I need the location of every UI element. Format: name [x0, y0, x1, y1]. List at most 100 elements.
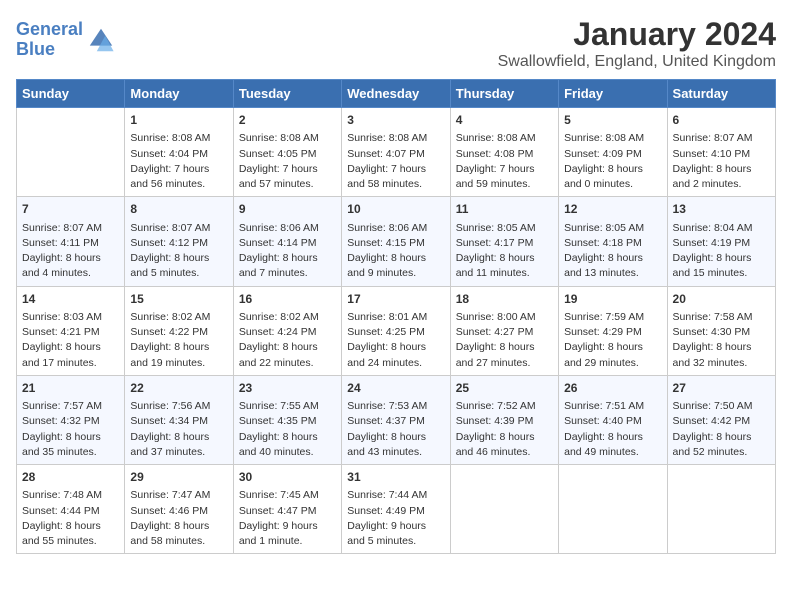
- cell-info: Sunset: 4:27 PM: [456, 325, 553, 340]
- calendar-cell: 4Sunrise: 8:08 AMSunset: 4:08 PMDaylight…: [450, 108, 558, 197]
- logo-text: General Blue: [16, 20, 83, 60]
- cell-info: Sunset: 4:46 PM: [130, 504, 227, 519]
- day-number: 19: [564, 291, 661, 308]
- calendar-cell: 15Sunrise: 8:02 AMSunset: 4:22 PMDayligh…: [125, 286, 233, 375]
- cell-info: Daylight: 9 hours: [239, 519, 336, 534]
- cell-info: Daylight: 9 hours: [347, 519, 444, 534]
- cell-info: Daylight: 8 hours: [22, 430, 119, 445]
- cell-info: Sunrise: 7:50 AM: [673, 399, 770, 414]
- cell-info: Daylight: 8 hours: [456, 251, 553, 266]
- day-number: 2: [239, 112, 336, 129]
- cell-info: Sunrise: 8:08 AM: [347, 131, 444, 146]
- cell-info: Daylight: 8 hours: [239, 251, 336, 266]
- day-number: 10: [347, 201, 444, 218]
- calendar-cell: [667, 465, 775, 554]
- cell-info: Sunset: 4:24 PM: [239, 325, 336, 340]
- cell-info: Sunset: 4:37 PM: [347, 414, 444, 429]
- cell-info: Sunrise: 8:07 AM: [22, 221, 119, 236]
- calendar-cell: 17Sunrise: 8:01 AMSunset: 4:25 PMDayligh…: [342, 286, 450, 375]
- cell-info: and 55 minutes.: [22, 534, 119, 549]
- cell-info: and 4 minutes.: [22, 266, 119, 281]
- day-number: 8: [130, 201, 227, 218]
- cell-info: Sunrise: 7:51 AM: [564, 399, 661, 414]
- cell-info: Sunset: 4:10 PM: [673, 147, 770, 162]
- week-row-5: 28Sunrise: 7:48 AMSunset: 4:44 PMDayligh…: [17, 465, 776, 554]
- cell-info: Daylight: 8 hours: [347, 430, 444, 445]
- cell-info: Daylight: 8 hours: [239, 340, 336, 355]
- cell-info: Sunrise: 7:44 AM: [347, 488, 444, 503]
- day-number: 21: [22, 380, 119, 397]
- cell-info: and 24 minutes.: [347, 356, 444, 371]
- cell-info: and 9 minutes.: [347, 266, 444, 281]
- cell-info: Sunrise: 8:07 AM: [673, 131, 770, 146]
- day-number: 27: [673, 380, 770, 397]
- cell-info: Daylight: 7 hours: [347, 162, 444, 177]
- cell-info: and 11 minutes.: [456, 266, 553, 281]
- cell-info: Sunrise: 8:08 AM: [456, 131, 553, 146]
- calendar-cell: 20Sunrise: 7:58 AMSunset: 4:30 PMDayligh…: [667, 286, 775, 375]
- calendar-cell: 29Sunrise: 7:47 AMSunset: 4:46 PMDayligh…: [125, 465, 233, 554]
- cell-info: Daylight: 8 hours: [130, 519, 227, 534]
- cell-info: Daylight: 7 hours: [130, 162, 227, 177]
- cell-info: and 22 minutes.: [239, 356, 336, 371]
- calendar-cell: 2Sunrise: 8:08 AMSunset: 4:05 PMDaylight…: [233, 108, 341, 197]
- cell-info: and 1 minute.: [239, 534, 336, 549]
- calendar-cell: 24Sunrise: 7:53 AMSunset: 4:37 PMDayligh…: [342, 375, 450, 464]
- cell-info: Sunrise: 8:07 AM: [130, 221, 227, 236]
- title-block: January 2024 Swallowfield, England, Unit…: [498, 16, 776, 71]
- logo-icon: [87, 26, 115, 54]
- calendar-cell: 8Sunrise: 8:07 AMSunset: 4:12 PMDaylight…: [125, 197, 233, 286]
- cell-info: Daylight: 8 hours: [456, 340, 553, 355]
- cell-info: Sunrise: 7:52 AM: [456, 399, 553, 414]
- week-row-2: 7Sunrise: 8:07 AMSunset: 4:11 PMDaylight…: [17, 197, 776, 286]
- cell-info: and 27 minutes.: [456, 356, 553, 371]
- cell-info: Daylight: 8 hours: [673, 162, 770, 177]
- cell-info: Sunrise: 7:55 AM: [239, 399, 336, 414]
- cell-info: Sunrise: 7:48 AM: [22, 488, 119, 503]
- calendar-cell: [559, 465, 667, 554]
- cell-info: Daylight: 8 hours: [130, 340, 227, 355]
- logo-blue: Blue: [16, 39, 55, 59]
- cell-info: Sunrise: 8:04 AM: [673, 221, 770, 236]
- cell-info: and 7 minutes.: [239, 266, 336, 281]
- day-number: 15: [130, 291, 227, 308]
- cell-info: Daylight: 8 hours: [564, 162, 661, 177]
- day-header-thursday: Thursday: [450, 80, 558, 108]
- cell-info: and 35 minutes.: [22, 445, 119, 460]
- calendar-cell: [17, 108, 125, 197]
- day-number: 23: [239, 380, 336, 397]
- cell-info: Sunset: 4:47 PM: [239, 504, 336, 519]
- cell-info: Sunset: 4:32 PM: [22, 414, 119, 429]
- cell-info: Daylight: 8 hours: [130, 430, 227, 445]
- cell-info: Sunrise: 8:01 AM: [347, 310, 444, 325]
- day-number: 20: [673, 291, 770, 308]
- days-header-row: SundayMondayTuesdayWednesdayThursdayFrid…: [17, 80, 776, 108]
- logo-general: General: [16, 19, 83, 39]
- calendar-cell: 23Sunrise: 7:55 AMSunset: 4:35 PMDayligh…: [233, 375, 341, 464]
- calendar-cell: 10Sunrise: 8:06 AMSunset: 4:15 PMDayligh…: [342, 197, 450, 286]
- cell-info: and 40 minutes.: [239, 445, 336, 460]
- cell-info: and 37 minutes.: [130, 445, 227, 460]
- cell-info: Sunset: 4:25 PM: [347, 325, 444, 340]
- cell-info: Sunset: 4:18 PM: [564, 236, 661, 251]
- cell-info: and 57 minutes.: [239, 177, 336, 192]
- cell-info: Daylight: 8 hours: [564, 251, 661, 266]
- cell-info: Sunset: 4:14 PM: [239, 236, 336, 251]
- cell-info: Sunset: 4:49 PM: [347, 504, 444, 519]
- calendar-cell: 14Sunrise: 8:03 AMSunset: 4:21 PMDayligh…: [17, 286, 125, 375]
- calendar-cell: 27Sunrise: 7:50 AMSunset: 4:42 PMDayligh…: [667, 375, 775, 464]
- cell-info: and 58 minutes.: [347, 177, 444, 192]
- day-number: 30: [239, 469, 336, 486]
- calendar-cell: 7Sunrise: 8:07 AMSunset: 4:11 PMDaylight…: [17, 197, 125, 286]
- day-header-friday: Friday: [559, 80, 667, 108]
- cell-info: and 17 minutes.: [22, 356, 119, 371]
- cell-info: and 15 minutes.: [673, 266, 770, 281]
- cell-info: Sunset: 4:29 PM: [564, 325, 661, 340]
- cell-info: Sunset: 4:09 PM: [564, 147, 661, 162]
- day-number: 17: [347, 291, 444, 308]
- day-number: 22: [130, 380, 227, 397]
- cell-info: Sunrise: 7:58 AM: [673, 310, 770, 325]
- day-number: 16: [239, 291, 336, 308]
- day-number: 9: [239, 201, 336, 218]
- week-row-1: 1Sunrise: 8:08 AMSunset: 4:04 PMDaylight…: [17, 108, 776, 197]
